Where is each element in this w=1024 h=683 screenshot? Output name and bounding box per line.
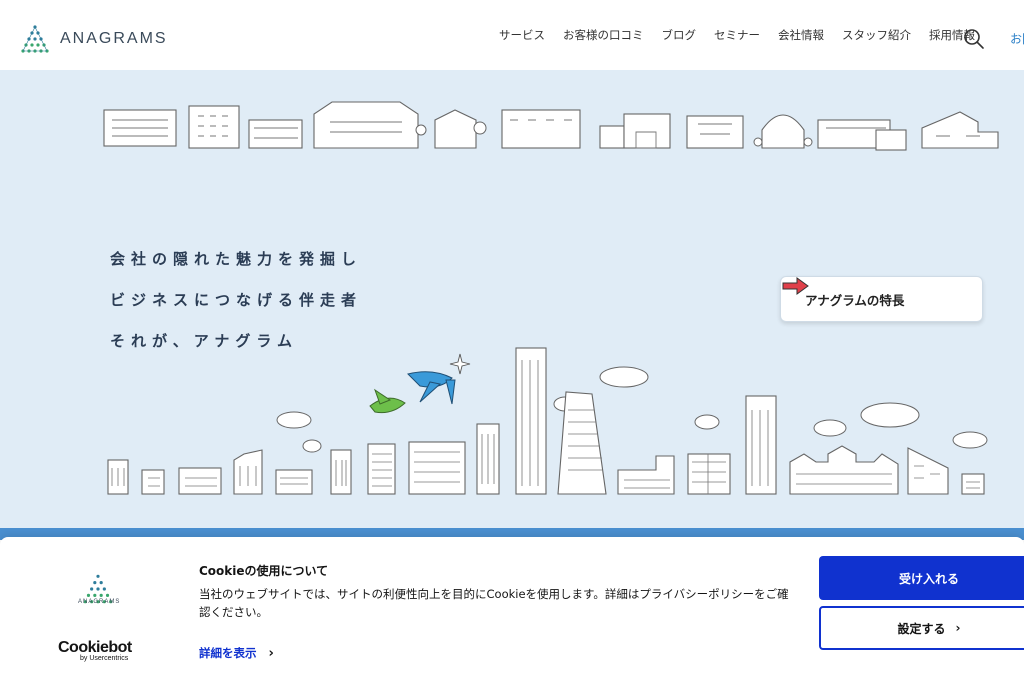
hero-tagline-line-2: ビジネスにつなげる伴走者 (110, 291, 363, 309)
nav-item-staff[interactable]: スタッフ紹介 (842, 27, 911, 43)
chevron-right-icon: › (955, 621, 961, 635)
arrow-right-icon (782, 277, 809, 295)
show-details-label: 詳細を表示 (199, 646, 257, 660)
nav-item-reviews[interactable]: お客様の口コミ (563, 27, 644, 43)
settings-button-label: 設定する (897, 621, 946, 636)
search-icon[interactable] (962, 27, 986, 51)
logo[interactable]: ANAGRAMS (18, 24, 168, 54)
cookie-title: Cookieの使用について (199, 564, 329, 578)
cookie-consent-banner: ANAGRAMS Cookiebot by Usercentrics Cooki… (0, 537, 1024, 683)
main-nav: サービス お客様の口コミ ブログ セミナー 会社情報 スタッフ紹介 採用情報 (490, 0, 984, 70)
nav-item-company[interactable]: 会社情報 (778, 27, 824, 43)
logo-mark-icon (21, 25, 49, 53)
cookie-description: 当社のウェブサイトでは、サイトの利便性向上を目的にCookieを使用します。詳細… (199, 587, 789, 619)
site-header: ANAGRAMS サービス お客様の口コミ ブログ セミナー 会社情報 スタッフ… (0, 0, 1024, 70)
settings-button[interactable]: 設定する › (819, 606, 1024, 650)
nav-item-services[interactable]: サービス (499, 27, 545, 43)
nav-item-contact[interactable]: お問 (1010, 30, 1024, 47)
hero-tagline-line-3: それが、アナグラム (110, 332, 298, 350)
bird-illustration (369, 353, 471, 414)
logo-text: ANAGRAMS (60, 30, 168, 47)
cookiebot-subtitle: by Usercentrics (80, 655, 129, 662)
cookie-logo-text: ANAGRAMS (78, 599, 121, 605)
accept-button[interactable]: 受け入れる (819, 556, 1024, 600)
hero-section: 会社の隠れた魅力を発掘し ビジネスにつなげる伴走者 それが、アナグラム アナグラ… (0, 70, 1024, 530)
show-details-link[interactable]: 詳細を表示 › (199, 645, 274, 661)
features-button-label: アナグラムの特長 (805, 292, 905, 308)
cookiebot-logo: Cookiebot by Usercentrics (58, 639, 132, 662)
hero-tagline-line-1: 会社の隠れた魅力を発掘し (110, 250, 363, 268)
chevron-right-icon: › (268, 645, 274, 661)
nav-item-seminar[interactable]: セミナー (714, 27, 760, 43)
features-button[interactable]: アナグラムの特長 (780, 276, 983, 322)
nav-item-blog[interactable]: ブログ (662, 27, 697, 43)
